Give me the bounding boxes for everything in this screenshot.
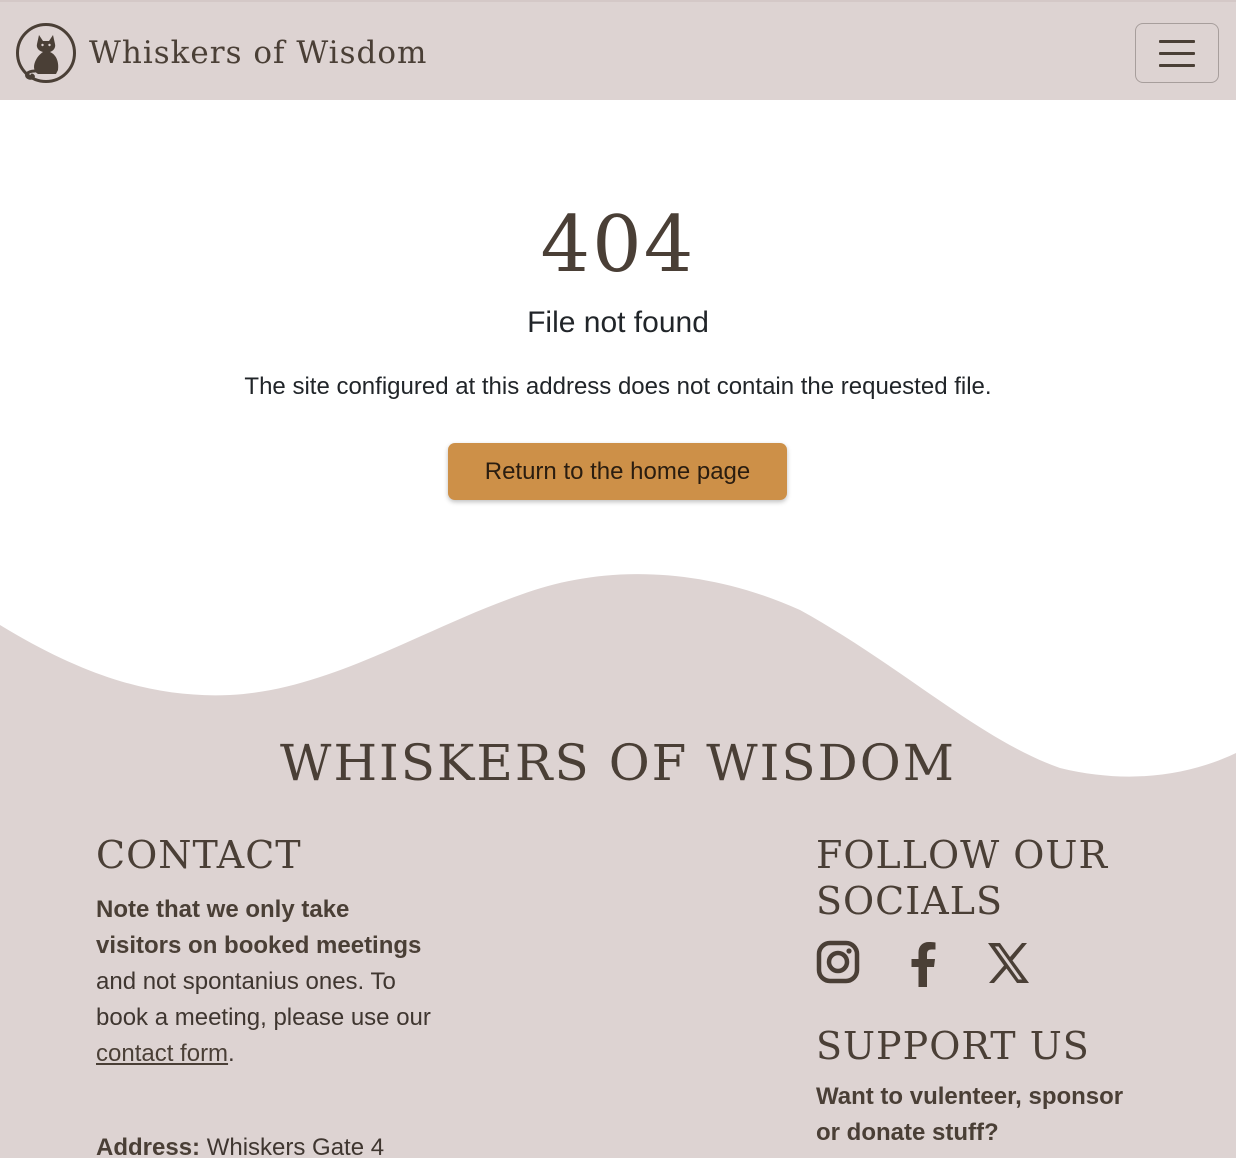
contact-heading: CONTACT: [96, 833, 302, 877]
contact-section: CONTACT Note that we only take visitors …: [96, 832, 441, 1072]
contact-note: Note that we only take visitors on booke…: [96, 892, 441, 1072]
error-code: 404: [540, 200, 696, 290]
facebook-link[interactable]: [900, 940, 948, 988]
instagram-icon: [816, 940, 860, 984]
socials-heading: FOLLOW OUR SOCIALS: [816, 833, 1109, 923]
navbar: Whiskers of Wisdom: [0, 0, 1236, 100]
contact-form-link[interactable]: contact form: [96, 1040, 228, 1067]
hamburger-menu-icon: [1159, 40, 1195, 43]
support-text: Want to vulenteer, sponsor or donate stu…: [816, 1083, 1124, 1146]
contact-note-end: .: [228, 1040, 235, 1067]
support-heading: SUPPORT US: [816, 1024, 1090, 1068]
hamburger-bar: [1159, 64, 1195, 67]
cat-logo-icon: [16, 23, 76, 83]
contact-address: Address: Whiskers Gate 4: [96, 1130, 384, 1166]
error-title: File not found: [527, 306, 709, 339]
social-icons: [816, 940, 1146, 988]
address-value: Whiskers Gate 4: [200, 1134, 385, 1161]
menu-toggle-button[interactable]: [1135, 23, 1219, 83]
return-home-button[interactable]: Return to the home page: [448, 443, 787, 500]
error-message: The site configured at this address does…: [244, 373, 992, 400]
x-twitter-link[interactable]: [984, 940, 1032, 988]
x-twitter-icon: [988, 943, 1029, 983]
instagram-link[interactable]: [816, 940, 864, 988]
address-label: Address:: [96, 1134, 201, 1161]
brand-name: Whiskers of Wisdom: [89, 35, 428, 71]
contact-note-text: and not spontanius ones. To book a meeti…: [96, 968, 431, 1031]
facebook-icon: [911, 942, 936, 987]
hamburger-bar: [1159, 52, 1195, 55]
contact-note-bold: Note that we only take visitors on booke…: [96, 896, 422, 959]
support-section: SUPPORT US Want to vulenteer, sponsor or…: [816, 1023, 1146, 1151]
socials-section: FOLLOW OUR SOCIALS: [816, 832, 1146, 988]
footer-brand-name: WHISKERS OF WISDOM: [280, 734, 956, 792]
brand-link[interactable]: Whiskers of Wisdom: [15, 22, 427, 84]
